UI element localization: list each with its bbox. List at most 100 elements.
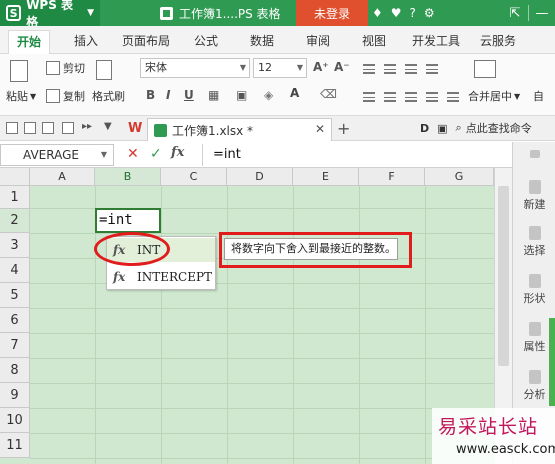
row-header-11[interactable]: 11 (0, 433, 30, 458)
settings-icon[interactable]: ⚙ (424, 6, 435, 20)
close-icon[interactable]: ✕ (315, 122, 325, 136)
column-header-d[interactable]: D (227, 168, 293, 186)
align-middle-icon[interactable] (384, 64, 396, 74)
row-header-2[interactable]: 2 (0, 209, 30, 233)
side-item-new[interactable]: 新建 (513, 180, 555, 212)
copy-button[interactable]: 复制 (46, 88, 85, 104)
align-bottom-icon[interactable] (405, 64, 417, 74)
command-search[interactable]: D ▣ ⌕ 点此查找命令 (420, 120, 532, 136)
grow-font-icon[interactable]: A⁺ (313, 60, 329, 74)
row-header-7[interactable]: 7 (0, 333, 30, 358)
italic-button[interactable]: I (166, 88, 170, 102)
shrink-font-icon[interactable]: A⁻ (334, 60, 350, 74)
title-bar: S WPS 表格 ▼ 工作簿1....PS 表格 (0, 0, 555, 29)
tab-home[interactable]: 开始 (8, 30, 51, 54)
column-header-e[interactable]: E (293, 168, 359, 186)
skin-icon[interactable]: ♥ (391, 6, 402, 20)
open-folder-icon[interactable] (6, 122, 18, 134)
print-preview-icon[interactable] (42, 122, 54, 134)
grid-line (161, 186, 162, 464)
restore-icon[interactable]: ⇱ (502, 6, 528, 21)
format-painter-button[interactable]: 格式刷 (92, 88, 125, 104)
tab-formulas[interactable]: 公式 (186, 30, 226, 54)
auto-wrap-button[interactable]: 自 (533, 88, 544, 104)
document-tab[interactable]: 工作簿1.xlsx * ✕ (147, 118, 332, 141)
row-header-8[interactable]: 8 (0, 358, 30, 383)
row-header-1[interactable]: 1 (0, 186, 30, 209)
tab-list-icon[interactable]: ▣ (437, 122, 447, 135)
column-header-b[interactable]: B (95, 168, 161, 186)
align-center-icon[interactable] (384, 92, 396, 102)
fill-color-icon[interactable]: ◈ (264, 88, 273, 102)
font-size-select[interactable]: 12 ▼ (253, 58, 307, 78)
row-header-10[interactable]: 10 (0, 408, 30, 433)
side-collapse-icon[interactable] (513, 150, 555, 160)
side-item-shape[interactable]: 形状 (513, 274, 555, 306)
grid-line (30, 433, 494, 434)
chevron-down-icon[interactable]: ▼ (104, 121, 112, 132)
insert-function-icon[interactable]: fx (171, 145, 184, 160)
tab-review[interactable]: 审阅 (298, 30, 338, 54)
merge-center-button[interactable]: 合并居中 ▼ (468, 88, 520, 104)
underline-button[interactable]: U (184, 88, 194, 102)
side-item-select[interactable]: 选择 (513, 226, 555, 258)
orientation-icon[interactable] (426, 64, 438, 74)
clear-format-icon[interactable]: ⌫ (320, 87, 337, 101)
tab-data[interactable]: 数据 (242, 30, 282, 54)
chevron-down-icon: ▼ (296, 63, 303, 72)
row-header-4[interactable]: 4 (0, 258, 30, 283)
tab-view[interactable]: 视图 (354, 30, 394, 54)
add-tab-icon[interactable]: + (337, 119, 350, 138)
row-header-3[interactable]: 3 (0, 233, 30, 258)
align-top-icon[interactable] (363, 64, 375, 74)
scrollbar-thumb[interactable] (498, 186, 509, 366)
autocomplete-item-intercept[interactable]: fx INTERCEPT (107, 265, 215, 289)
brush-icon[interactable] (96, 60, 115, 80)
justify-icon[interactable] (426, 92, 438, 102)
font-color-icon[interactable]: A (290, 86, 299, 100)
column-header-a[interactable]: A (30, 168, 95, 186)
name-box[interactable]: AVERAGE ▼ (0, 144, 114, 166)
bold-button[interactable]: B (146, 88, 155, 102)
align-left-icon[interactable] (363, 92, 375, 102)
select-all-corner[interactable] (0, 168, 30, 186)
wps-logo-icon[interactable]: W (128, 121, 142, 136)
column-header-c[interactable]: C (161, 168, 227, 186)
active-cell-b2[interactable]: =int (95, 208, 161, 233)
help-icon[interactable]: ? (410, 6, 416, 20)
confirm-icon[interactable]: ✓ (150, 146, 162, 162)
column-header-g[interactable]: G (425, 168, 494, 186)
shirt-icon[interactable]: ♦ (372, 6, 383, 20)
merge-center-label: 合并居中 (468, 90, 512, 103)
formula-input[interactable]: =int (202, 144, 514, 166)
row-header-6[interactable]: 6 (0, 308, 30, 333)
cut-button[interactable]: 剪切 (46, 60, 85, 76)
align-right-icon[interactable] (405, 92, 417, 102)
save-icon[interactable] (24, 122, 36, 134)
column-header-f[interactable]: F (359, 168, 425, 186)
search-icon: ⌕ (455, 121, 462, 134)
name-box-value: AVERAGE (23, 148, 79, 162)
row-header-9[interactable]: 9 (0, 383, 30, 408)
document-title: 工作簿1....PS 表格 (160, 5, 281, 22)
tab-page-layout[interactable]: 页面布局 (114, 30, 178, 54)
borders-icon[interactable]: ▦ (208, 88, 219, 102)
distribute-icon[interactable] (447, 92, 459, 102)
more-icon[interactable]: ▸▸ (82, 121, 92, 132)
tab-cloud[interactable]: 云服务 (472, 30, 524, 54)
row-header-5[interactable]: 5 (0, 283, 30, 308)
tab-developer[interactable]: 开发工具 (404, 30, 468, 54)
font-name-select[interactable]: 宋体 ▼ (140, 58, 250, 78)
app-menu-button[interactable]: S WPS 表格 ▼ (0, 0, 100, 29)
minimize-icon[interactable]: — (529, 6, 555, 21)
d-icon[interactable]: D (420, 122, 429, 135)
login-button[interactable]: 未登录 (296, 0, 368, 26)
merge-center-icon[interactable] (474, 60, 499, 78)
tab-insert[interactable]: 插入 (66, 30, 106, 54)
cell-style-icon[interactable]: ▣ (236, 88, 247, 102)
watermark: 易采站长站 www.easck.com (432, 408, 555, 464)
paste-icon[interactable] (10, 60, 31, 82)
cancel-icon[interactable]: ✕ (127, 146, 139, 162)
print-icon[interactable] (62, 122, 74, 134)
paste-button[interactable]: 粘贴 ▼ (6, 88, 36, 104)
